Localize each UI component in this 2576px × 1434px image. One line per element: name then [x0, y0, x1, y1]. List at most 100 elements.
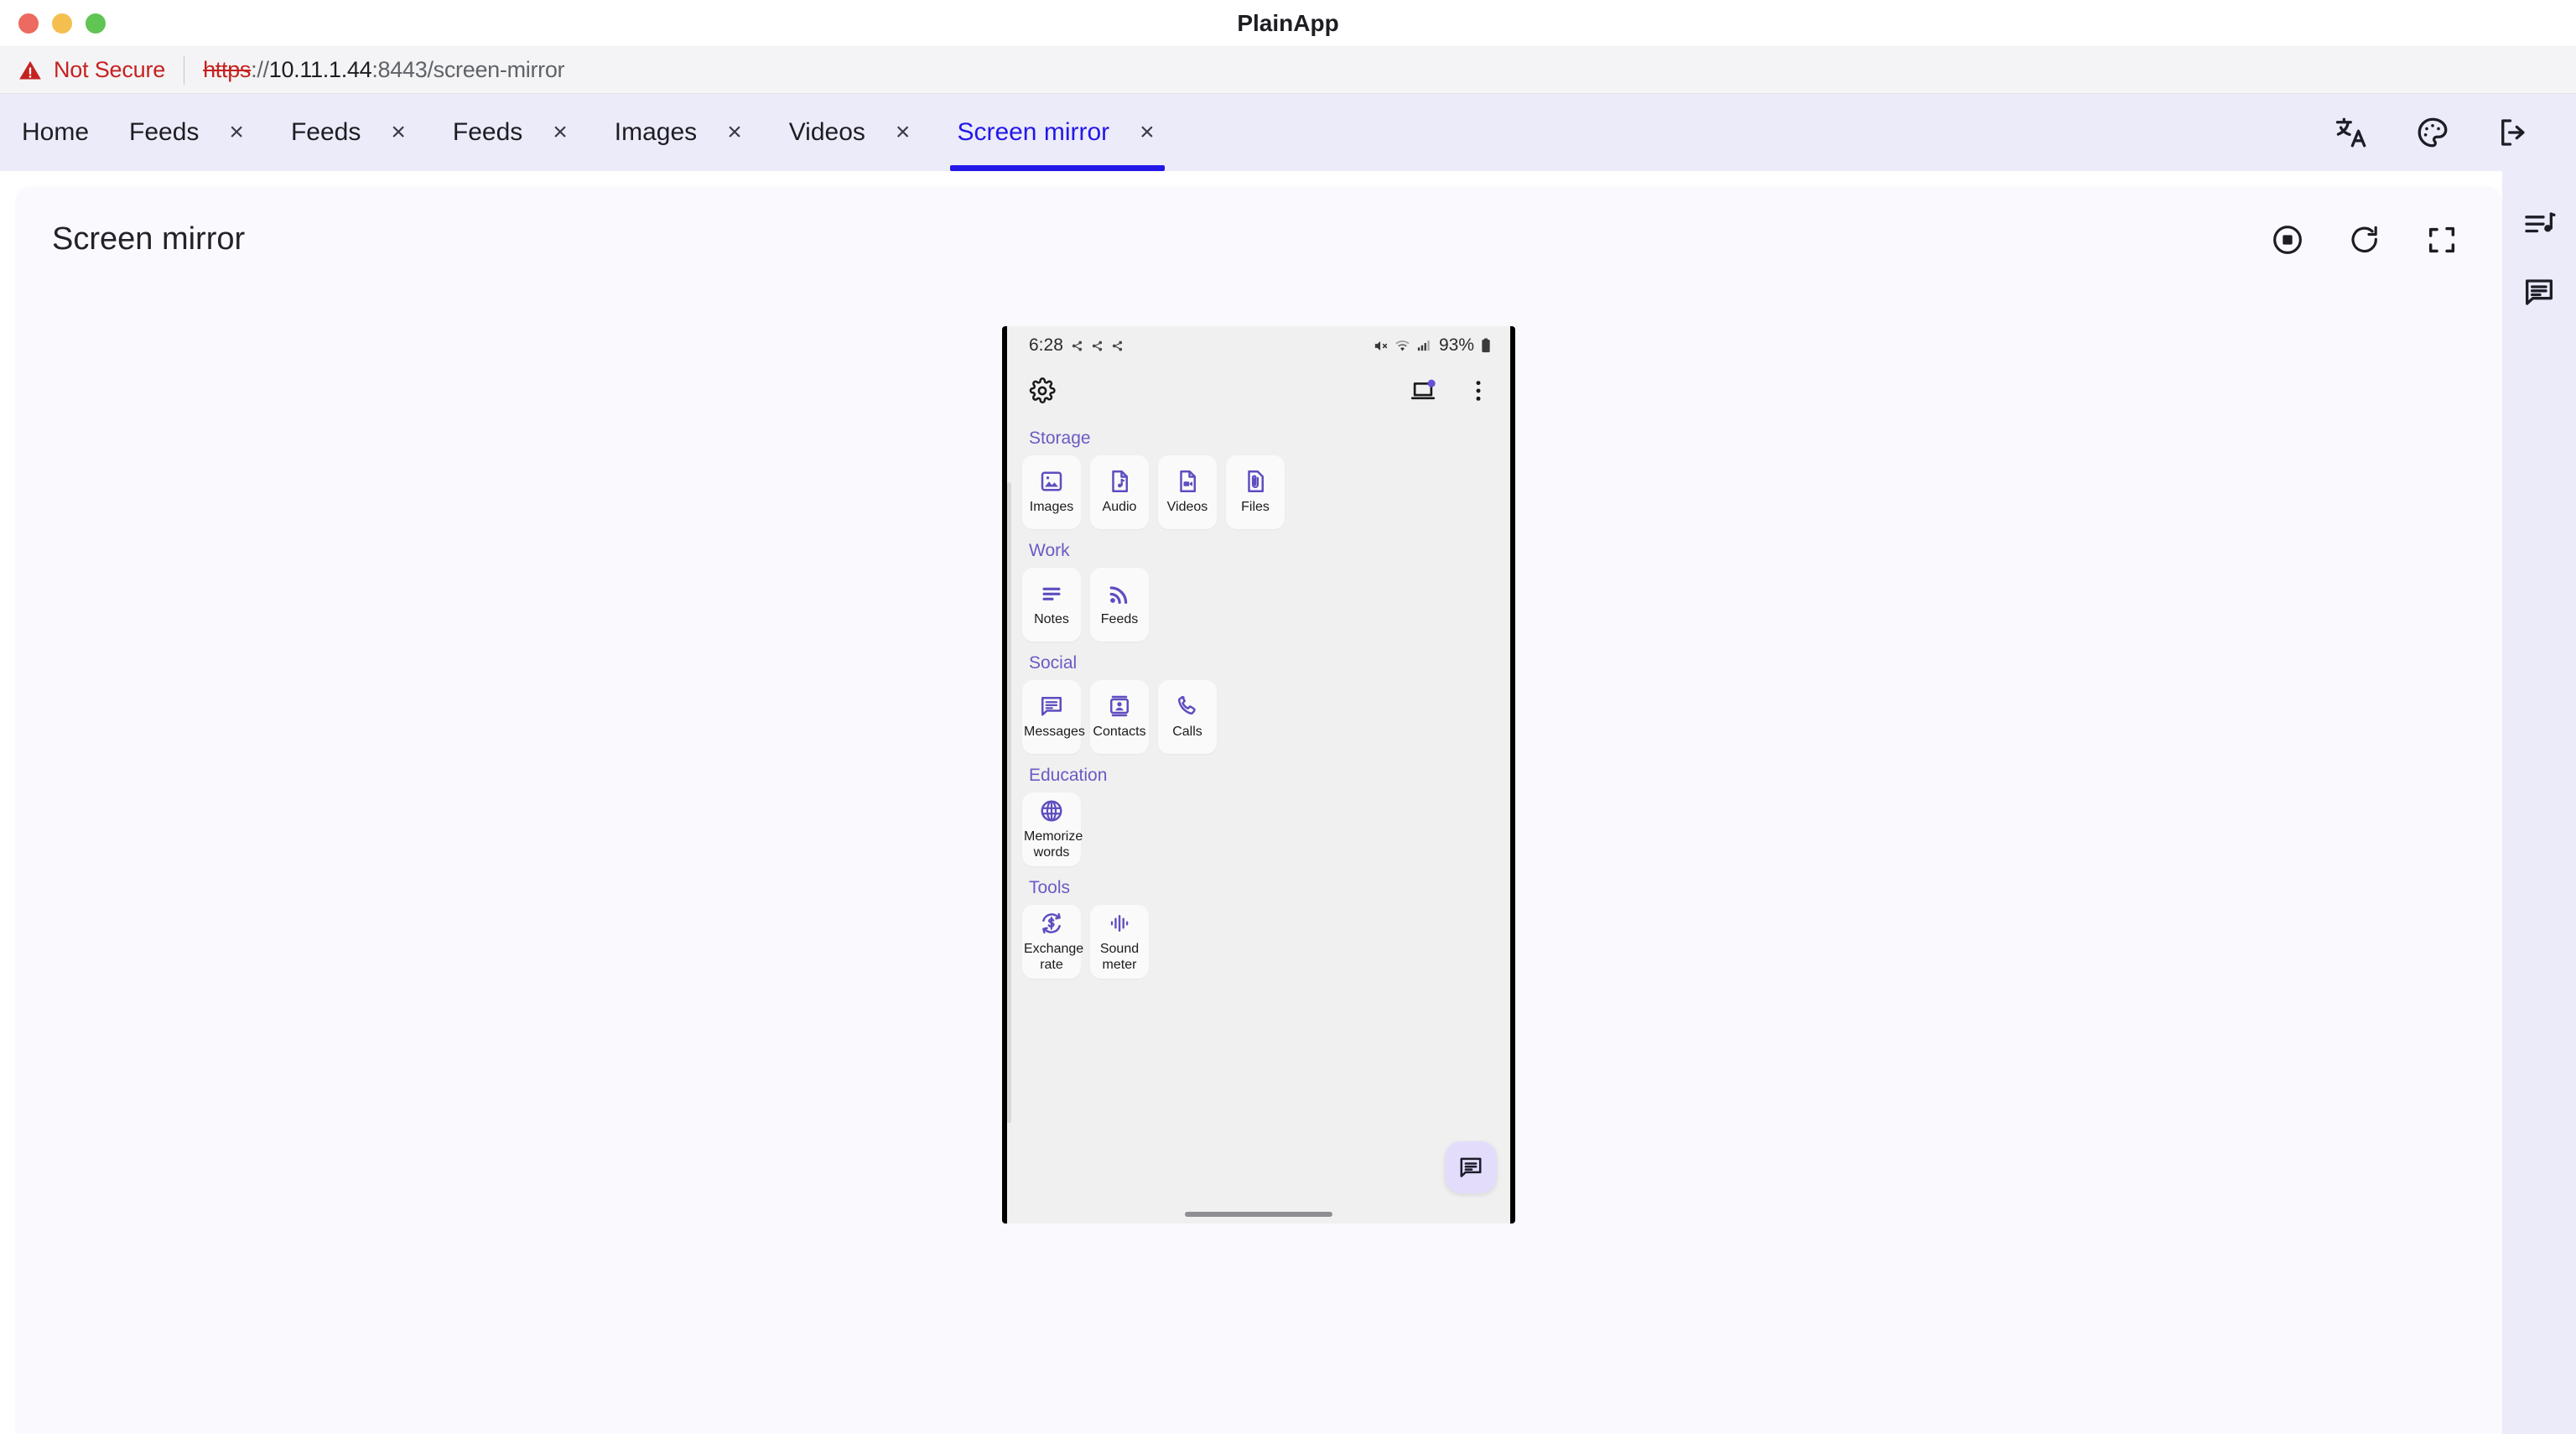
tab-close-icon[interactable]: ×	[720, 117, 749, 148]
android-home-grid[interactable]: Storage Images Audio Videos Files Work No…	[1007, 417, 1510, 1224]
tab-feeds[interactable]: Feeds×	[107, 94, 269, 171]
battery-percent: 93%	[1439, 335, 1474, 356]
app-tile-calls[interactable]: Calls	[1158, 680, 1217, 754]
tab-videos[interactable]: Videos ×	[767, 94, 936, 171]
tab-close-icon[interactable]: ×	[546, 117, 574, 148]
tab-close-icon[interactable]: ×	[222, 117, 251, 148]
status-bar-left: 6:28	[1029, 335, 1124, 356]
audio-file-icon	[1107, 469, 1132, 494]
tab-close-icon[interactable]: ×	[1133, 117, 1161, 148]
tab-label: Feeds	[453, 118, 522, 147]
tab-feeds[interactable]: Feeds ×	[269, 94, 431, 171]
tab-images[interactable]: Images×	[593, 94, 767, 171]
globe-icon	[1039, 798, 1064, 824]
laptop-badge-wrapper[interactable]	[1410, 377, 1436, 404]
app-tile-label: Files	[1241, 500, 1270, 515]
app-tile-videos[interactable]: Videos	[1158, 455, 1217, 529]
mute-icon	[1373, 338, 1389, 354]
app-tile-memorize-words[interactable]: Memorize words	[1022, 792, 1081, 866]
app-tile-feeds[interactable]: Feeds	[1090, 568, 1149, 642]
section-title-tools: Tools	[1029, 878, 1497, 898]
window-title: PlainApp	[0, 10, 2576, 37]
traffic-lights	[18, 13, 106, 34]
section-title-storage: Storage	[1029, 429, 1497, 449]
app-tile-label: Feeds	[1101, 612, 1138, 627]
share-icon	[1111, 340, 1124, 352]
chat-fab[interactable]	[1445, 1141, 1497, 1193]
phone-screen[interactable]: 6:28	[1007, 326, 1510, 1224]
not-secure-label: Not Secure	[54, 57, 165, 83]
app-tile-label: Images	[1030, 500, 1073, 515]
window-titlebar: PlainApp	[0, 0, 2576, 47]
fullscreen-icon[interactable]	[2425, 223, 2459, 257]
tab-feeds[interactable]: Feeds ×	[431, 94, 593, 171]
app-tile-notes[interactable]: Notes	[1022, 568, 1081, 642]
gear-icon[interactable]	[1029, 377, 1056, 404]
tab-label: Feeds	[291, 118, 361, 147]
laptop-icon[interactable]	[1410, 377, 1436, 404]
app-tile-sound-meter[interactable]: Sound meter	[1090, 905, 1149, 979]
stop-icon[interactable]	[2271, 223, 2304, 257]
url-host: 10.11.1.44	[269, 57, 372, 82]
minimize-window-button[interactable]	[52, 13, 72, 34]
logout-icon[interactable]	[2496, 115, 2531, 150]
tab-close-icon[interactable]: ×	[384, 117, 413, 148]
tile-row: Memorize words	[1022, 792, 1497, 866]
app-tile-messages[interactable]: Messages	[1022, 680, 1081, 754]
app-tile-label: Exchange rate	[1024, 942, 1079, 973]
android-status-bar: 6:28	[1007, 326, 1510, 365]
app-tile-label: Sound meter	[1092, 942, 1147, 973]
status-bar-right: 93%	[1373, 335, 1492, 356]
tile-row: Notes Feeds	[1022, 568, 1497, 642]
screen-mirror-viewport[interactable]: 6:28	[1002, 326, 1515, 1224]
android-app-bar	[1007, 365, 1510, 417]
contacts-icon	[1107, 694, 1132, 719]
playlist-icon[interactable]	[2522, 208, 2556, 242]
signal-icon	[1416, 338, 1431, 353]
home-indicator	[1185, 1212, 1332, 1217]
section-title-education: Education	[1029, 766, 1497, 786]
page-actions	[2271, 223, 2459, 257]
more-vertical-icon[interactable]	[1465, 377, 1492, 404]
section-title-work: Work	[1029, 541, 1497, 561]
close-window-button[interactable]	[18, 13, 39, 34]
url-scheme: https	[203, 57, 251, 82]
share-icon	[1091, 340, 1104, 352]
refresh-icon[interactable]	[2348, 223, 2381, 257]
url-path: /screen-mirror	[427, 57, 564, 82]
phone-icon	[1175, 694, 1200, 719]
page-header: Screen mirror	[15, 186, 2502, 257]
palette-icon[interactable]	[2415, 115, 2450, 150]
app-tile-images[interactable]: Images	[1022, 455, 1081, 529]
tab-label: Screen mirror	[957, 118, 1109, 147]
warning-triangle-icon	[18, 59, 42, 82]
url-port: :8443	[371, 57, 427, 82]
chat-icon[interactable]	[2522, 275, 2556, 309]
chat-icon	[1457, 1154, 1484, 1181]
app-tile-audio[interactable]: Audio	[1090, 455, 1149, 529]
tab-home[interactable]: Home	[0, 94, 107, 171]
exchange-rate-icon	[1039, 911, 1064, 936]
tab-list: HomeFeeds×Feeds×Feeds×Images×Videos×Scre…	[0, 94, 1180, 171]
tile-row: Messages ContactsCalls	[1022, 680, 1497, 754]
app-tile-contacts[interactable]: Contacts	[1090, 680, 1149, 754]
tab-screen-mirror[interactable]: Screen mirror ×	[935, 94, 1179, 171]
address-text: https://10.11.1.44:8443/screen-mirror	[203, 57, 564, 83]
right-rail	[2502, 171, 2576, 1434]
share-icon	[1071, 340, 1083, 352]
zoom-window-button[interactable]	[86, 13, 106, 34]
app-bar-actions	[1410, 377, 1492, 404]
rss-icon	[1107, 581, 1132, 606]
tab-label: Videos	[789, 118, 865, 147]
tab-close-icon[interactable]: ×	[889, 117, 917, 148]
message-icon	[1039, 694, 1064, 719]
video-file-icon	[1175, 469, 1200, 494]
app-tile-exchange-rate[interactable]: Exchange rate	[1022, 905, 1081, 979]
content-pane: Screen mirror	[15, 186, 2502, 1434]
tile-row: Exchange rate Sound meter	[1022, 905, 1497, 979]
address-bar[interactable]: Not Secure https://10.11.1.44:8443/scree…	[0, 47, 2576, 94]
app-tile-files[interactable]: Files	[1226, 455, 1285, 529]
notes-icon	[1039, 581, 1064, 606]
app-tile-label: Audio	[1103, 500, 1137, 515]
translate-icon[interactable]	[2334, 115, 2370, 150]
